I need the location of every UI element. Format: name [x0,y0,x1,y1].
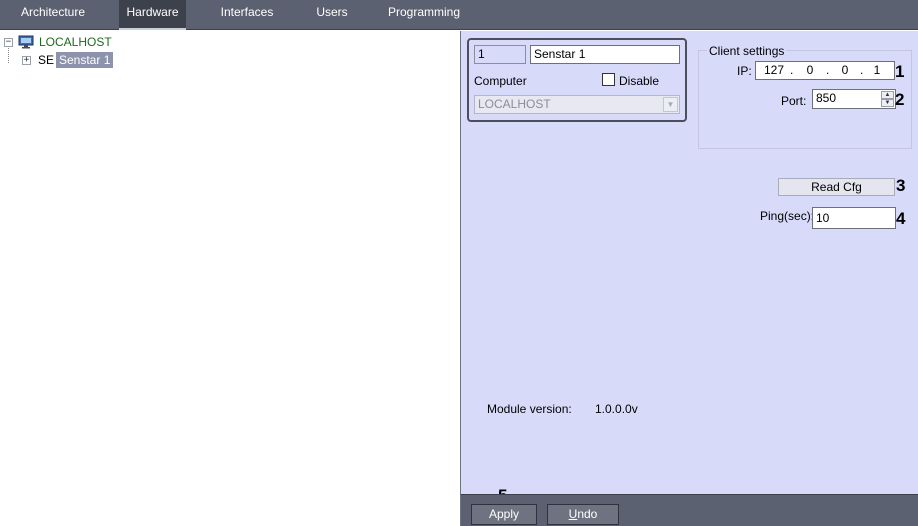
callout-1: 1 [895,62,905,81]
senstar-type-label: SE [38,53,55,67]
localhost-label: LOCALHOST [39,35,112,49]
footer-bar: Apply Undo [461,494,918,526]
ping-label: Ping(sec): [760,209,815,223]
module-version-value: 1.0.0.0v [595,402,638,416]
ip-octet-3: 0 [841,63,849,77]
computer-select[interactable]: LOCALHOST ▼ [474,95,680,114]
undo-button[interactable]: Undo [547,504,619,525]
callout-2: 2 [895,90,905,109]
ip-octet-1: 127 [763,63,785,77]
device-id-field[interactable]: 1 [474,45,526,64]
tree-connector [8,45,9,63]
tab-hardware[interactable]: Hardware [119,0,186,30]
computer-select-value: LOCALHOST [478,97,551,111]
ip-dot: . [826,63,830,77]
spin-down-icon[interactable]: ▼ [881,99,894,107]
callout-3: 3 [896,176,906,195]
undo-label-rest: ndo [577,507,598,521]
senstar-node-label[interactable]: Senstar 1 [56,52,114,68]
disable-label: Disable [619,74,660,88]
module-version-label: Module version: [487,402,572,416]
device-name-field[interactable]: Senstar 1 [530,45,680,64]
top-tab-bar: Architecture Hardware Interfaces Users P… [0,0,918,30]
spin-up-icon[interactable]: ▲ [881,91,894,99]
computer-label: Computer [474,74,527,88]
port-field[interactable]: 850 ▲ ▼ [812,89,896,109]
ip-dot: . [790,63,794,77]
apply-button[interactable]: Apply [471,504,537,525]
port-label: Port: [781,94,807,108]
client-settings-title: Client settings [707,44,787,58]
tab-architecture[interactable]: Architecture [12,0,94,30]
tab-users[interactable]: Users [308,0,356,30]
ip-address-field[interactable]: 127 . 0 . 0 . 1 [755,61,895,80]
ip-octet-2: 0 [806,63,814,77]
ip-octet-4: 1 [873,63,881,77]
tab-programming[interactable]: Programming [384,0,464,30]
disable-checkbox[interactable] [602,73,615,86]
port-value: 850 [816,91,837,105]
tab-interfaces[interactable]: Interfaces [214,0,280,30]
ping-field[interactable]: 10 [812,207,896,229]
hardware-tree: − LOCALHOST + SE Senstar 1 [0,31,460,526]
callout-4: 4 [896,209,906,228]
undo-label-underlined: U [568,507,578,521]
read-cfg-button[interactable]: Read Cfg [778,178,895,196]
device-box: 1 Senstar 1 Computer Disable LOCALHOST ▼ [467,38,687,122]
chevron-down-icon[interactable]: ▼ [663,97,678,112]
collapse-icon[interactable]: − [4,38,13,47]
ip-label: IP: [737,64,752,78]
ip-dot: . [860,63,864,77]
settings-panel: 1 Senstar 1 Computer Disable LOCALHOST ▼… [460,31,918,526]
monitor-icon [18,35,34,49]
expand-icon[interactable]: + [22,56,31,65]
